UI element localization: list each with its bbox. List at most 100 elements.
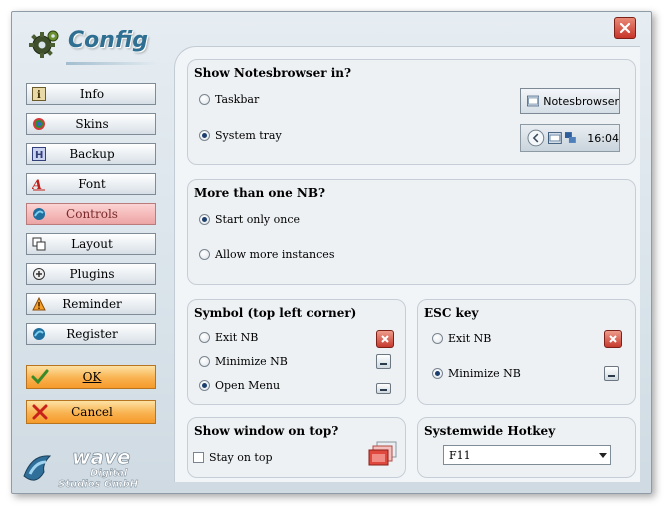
allow-more-instances-radio[interactable]: Allow more instances: [199, 248, 334, 261]
radio-label: Allow more instances: [215, 248, 335, 261]
ok-button[interactable]: OK: [26, 365, 156, 389]
cancel-label: Cancel: [71, 405, 113, 419]
minimize-preview-icon: [376, 354, 391, 369]
chevron-left-icon: [527, 129, 545, 147]
symbol-exit-radio[interactable]: Exit NB: [199, 331, 258, 344]
sidebar-item-register[interactable]: Register: [26, 323, 156, 345]
panel-title: Symbol (top left corner): [194, 306, 357, 320]
sidebar-item-label: Backup: [69, 147, 115, 161]
hotkey-select[interactable]: F11: [443, 445, 611, 465]
radio-dot: [432, 368, 443, 379]
more-than-one-panel: More than one NB?: [187, 179, 636, 285]
stacked-windows-icon: [368, 441, 397, 466]
app-title: Config: [68, 28, 148, 53]
checkbox-box: [193, 452, 204, 463]
sidebar-item-skins[interactable]: Skins: [26, 113, 156, 135]
sidebar-item-reminder[interactable]: Reminder: [26, 293, 156, 315]
system-tray-radio[interactable]: System tray: [199, 129, 282, 142]
esc-minimize-radio[interactable]: Minimize NB: [432, 367, 521, 380]
esc-minimize-preview-icon: [604, 366, 619, 381]
radio-dot: [199, 249, 210, 260]
stay-on-top-checkbox[interactable]: Stay on top: [193, 451, 273, 464]
hotkey-value: F11: [449, 448, 471, 462]
radio-dot: [199, 356, 210, 367]
radio-label: System tray: [215, 129, 282, 142]
radio-dot: [432, 333, 443, 344]
logo-word-studios: Studios GmbH: [58, 479, 139, 490]
ok-label: OK: [82, 370, 102, 384]
cancel-button[interactable]: Cancel: [26, 400, 156, 424]
radio-dot: [199, 332, 210, 343]
taskbar-preview-label: Notesbrowser: [543, 94, 619, 108]
sidebar-item-font[interactable]: A Font: [26, 173, 156, 195]
svg-text:H: H: [35, 150, 43, 161]
notesbrowser-tray-icon: [547, 132, 562, 144]
radio-dot: [199, 94, 210, 105]
radio-label: Start only once: [215, 213, 301, 226]
taskbar-preview: Notesbrowser: [520, 88, 620, 114]
radio-label: Minimize NB: [215, 355, 288, 368]
sidebar-item-label: Skins: [75, 117, 109, 131]
radio-label: Exit NB: [448, 332, 492, 345]
sidebar-item-backup[interactable]: H Backup: [26, 143, 156, 165]
sidebar-item-label: Reminder: [62, 297, 122, 311]
symbol-open-menu-radio[interactable]: Open Menu: [199, 379, 280, 392]
logo-word-digital: Digital: [90, 468, 128, 479]
panel-title: Systemwide Hotkey: [424, 424, 556, 438]
radio-label: Minimize NB: [448, 367, 521, 380]
close-icon: [619, 22, 631, 34]
font-icon: A: [31, 176, 47, 192]
checkbox-label: Stay on top: [209, 451, 273, 464]
svg-text:i: i: [37, 90, 41, 101]
sidebar-item-info[interactable]: i Info: [26, 83, 156, 105]
sidebar-item-label: Controls: [66, 207, 118, 221]
wave-digital-studios-logo: wave Digital Studios GmbH: [23, 446, 139, 490]
menu-preview-icon: [376, 383, 391, 394]
cross-icon: [32, 404, 48, 420]
sidebar-item-label: Font: [78, 177, 106, 191]
controls-icon: [31, 206, 47, 222]
panel-title: More than one NB?: [194, 186, 326, 200]
exit-preview-icon: [376, 330, 394, 348]
radio-dot: [199, 214, 210, 225]
chevron-down-icon: [596, 452, 610, 458]
symbol-minimize-radio[interactable]: Minimize NB: [199, 355, 288, 368]
reminder-icon: [31, 296, 47, 312]
register-icon: [31, 326, 47, 342]
radio-dot: [199, 130, 210, 141]
radio-dot: [199, 380, 210, 391]
radio-label: Exit NB: [215, 331, 259, 344]
radio-label: Open Menu: [215, 379, 281, 392]
panel-title: Show window on top?: [194, 424, 339, 438]
sidebar-item-layout[interactable]: Layout: [26, 233, 156, 255]
esc-exit-radio[interactable]: Exit NB: [432, 332, 491, 345]
layout-icon: [31, 236, 47, 252]
esc-exit-preview-icon: [604, 330, 622, 348]
logo-word-wave: wave: [72, 446, 131, 469]
radio-label: Taskbar: [215, 93, 260, 106]
gear-icon: [29, 30, 59, 58]
close-button[interactable]: [614, 17, 636, 39]
sidebar-item-label: Info: [79, 87, 105, 101]
panel-title: ESC key: [424, 306, 479, 320]
sidebar-item-plugins[interactable]: Plugins: [26, 263, 156, 285]
panel-title: Show Notesbrowser in?: [194, 66, 352, 80]
backup-icon: H: [31, 146, 47, 162]
skins-icon: [31, 116, 47, 132]
network-icon: [564, 132, 576, 143]
sidebar-item-label: Register: [66, 327, 118, 341]
sidebar-item-controls[interactable]: Controls: [26, 203, 156, 225]
start-only-once-radio[interactable]: Start only once: [199, 213, 300, 226]
info-icon: i: [31, 86, 47, 102]
tray-preview: 16:04: [520, 124, 620, 152]
svg-text:A: A: [32, 178, 42, 191]
sidebar-item-label: Plugins: [69, 267, 115, 281]
title-underline: [66, 62, 158, 65]
checkmark-icon: [31, 369, 49, 385]
plugins-icon: [31, 266, 47, 282]
taskbar-radio[interactable]: Taskbar: [199, 93, 259, 106]
notesbrowser-icon: [527, 95, 540, 107]
esc-panel: ESC key: [417, 299, 636, 405]
sidebar-item-label: Layout: [71, 237, 113, 251]
tray-clock: 16:04: [587, 131, 619, 145]
